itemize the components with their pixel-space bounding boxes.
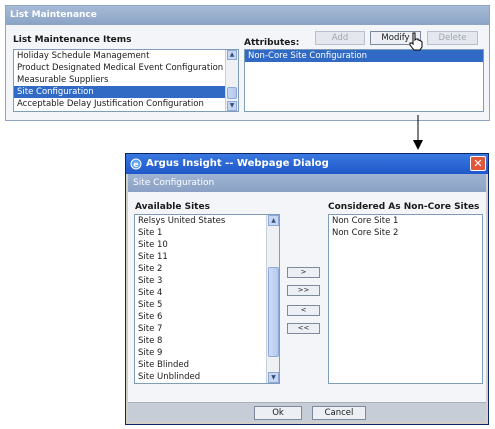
list-item[interactable]: Site 11 — [135, 251, 279, 263]
ok-button[interactable]: Ok — [254, 406, 302, 420]
connector-arrow — [413, 115, 423, 150]
available-sites-label: Available Sites — [135, 202, 210, 212]
remove-one-button[interactable]: < — [287, 305, 320, 316]
list-item[interactable]: Non Core Site 1 — [329, 215, 482, 227]
remove-all-button[interactable]: << — [287, 323, 320, 334]
dialog-title: Argus Insight -- Webpage Dialog — [146, 158, 329, 169]
list-item[interactable]: Site 6 — [135, 311, 279, 323]
list-item[interactable]: Site Blinded — [135, 359, 279, 371]
cancel-button[interactable]: Cancel — [312, 406, 366, 420]
list-item[interactable]: Site 2 — [135, 263, 279, 275]
list-item[interactable]: Relsys United States — [135, 215, 279, 227]
scroll-up-icon[interactable]: ▲ — [268, 215, 279, 226]
close-icon[interactable]: ✕ — [470, 156, 486, 171]
scroll-thumb[interactable] — [268, 267, 279, 357]
dialog-footer: Ok Cancel — [128, 402, 486, 422]
list-item[interactable]: Site 9 — [135, 347, 279, 359]
list-item[interactable]: Site Unblinded — [135, 371, 279, 383]
noncore-sites-listbox[interactable]: Non Core Site 1 Non Core Site 2 — [328, 214, 483, 384]
add-one-button[interactable]: > — [287, 267, 320, 278]
scrollbar[interactable]: ▲ ▼ — [266, 215, 279, 383]
dialog-subtitle: Site Configuration — [128, 174, 486, 192]
svg-text:e: e — [133, 160, 139, 169]
ie-icon: e — [130, 158, 142, 170]
dialog-titlebar[interactable]: e Argus Insight -- Webpage Dialog ✕ — [126, 154, 488, 174]
list-item[interactable]: Site 3 — [135, 275, 279, 287]
list-item[interactable]: Site 4 — [135, 287, 279, 299]
scroll-down-icon[interactable]: ▼ — [268, 372, 279, 383]
list-item[interactable]: Non Core Site 2 — [329, 227, 482, 239]
list-item[interactable]: Site 8 — [135, 335, 279, 347]
list-item[interactable]: Site 10 — [135, 239, 279, 251]
list-item[interactable]: Site 5 — [135, 299, 279, 311]
dialog-content: Site Configuration Available Sites Relsy… — [128, 174, 486, 422]
list-item[interactable]: Site 7 — [135, 323, 279, 335]
webpage-dialog: e Argus Insight -- Webpage Dialog ✕ Site… — [125, 153, 489, 425]
noncore-sites-label: Considered As Non-Core Sites — [328, 202, 480, 212]
available-sites-listbox[interactable]: Relsys United States Site 1 Site 10 Site 11… — [134, 214, 280, 384]
list-item[interactable]: Site 1 — [135, 227, 279, 239]
add-all-button[interactable]: >> — [287, 285, 320, 296]
